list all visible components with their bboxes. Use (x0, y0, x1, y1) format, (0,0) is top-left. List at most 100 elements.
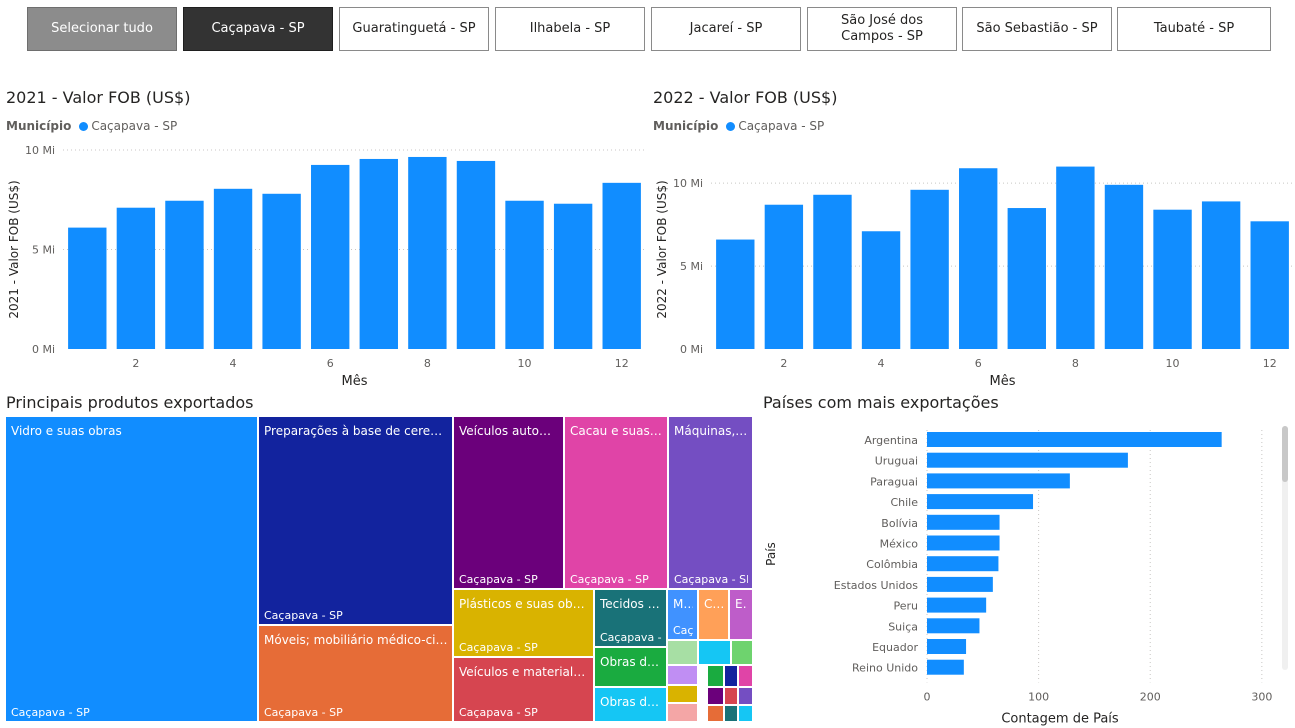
treemap-small-tile[interactable] (724, 687, 738, 705)
x-tick-label: 10 (1166, 357, 1180, 370)
legend-dot-icon (726, 121, 736, 131)
bar-month-6 (959, 168, 998, 349)
x-axis-title: Mês (990, 374, 1016, 389)
x-tick-label: 2 (780, 357, 787, 370)
treemap-tile-10[interactable]: Obras de ferro ou aço (594, 647, 667, 687)
treemap-tile-label: Máquinas, aparelhos e materiais elétrico… (674, 424, 748, 438)
x-tick-label: 8 (424, 357, 431, 370)
slicer-button-3[interactable]: Guaratinguetá - SP (339, 7, 489, 51)
treemap-small-tile[interactable] (698, 640, 731, 665)
treemap-tile-9[interactable]: Tecidos especiais Caçapava - SP (594, 589, 667, 647)
x-tick-label: 4 (878, 357, 885, 370)
bar-month-11 (1201, 201, 1241, 349)
treemap-tile-sublabel: Caçapava - SP (459, 573, 538, 586)
products-treemap: Vidro e suas obras Caçapava - SP Preparaçõ… (5, 416, 753, 722)
x-tick-label: 2 (132, 357, 139, 370)
treemap-tile-label: Matérias plásticas (673, 597, 693, 611)
category-label: Bolívia (881, 517, 918, 530)
treemap-tile-2[interactable]: Preparações à base de cereais, farinhas,… (258, 416, 453, 625)
treemap-small-tile[interactable] (724, 705, 738, 722)
legend-item: Caçapava - SP (738, 119, 825, 133)
y-tick-label: 5 Mi (680, 260, 703, 273)
bar-month-10 (1153, 209, 1192, 349)
bar-argentina (927, 432, 1222, 447)
treemap-tile-sublabel: Caçapava - SP (674, 573, 748, 586)
countries-chart-title: Países com mais exportações (763, 393, 999, 412)
bar-month-7 (1007, 208, 1046, 349)
bar-month-6 (311, 164, 350, 349)
treemap-small-tile[interactable] (667, 640, 698, 665)
slicer-button-4[interactable]: Ilhabela - SP (495, 7, 645, 51)
scrollbar-thumb[interactable] (1282, 426, 1288, 482)
treemap-tile-label: Veículos automóveis, tratores (459, 424, 559, 438)
treemap-small-tile[interactable] (707, 665, 724, 687)
treemap-tile-label: Vidro e suas obras (11, 424, 122, 438)
treemap-small-tile[interactable] (707, 705, 724, 722)
category-label: Colômbia (866, 558, 918, 571)
bar-month-12 (1250, 221, 1289, 349)
treemap-tile-13[interactable]: Calçados (698, 589, 729, 640)
bar-peru (927, 597, 987, 613)
treemap-small-tile[interactable] (731, 640, 753, 665)
treemap-tile-sublabel: Caçapava - SP (11, 706, 90, 719)
treemap-tile-11[interactable]: Obras diversas (594, 687, 667, 722)
x-axis-title: Contagem de País (1001, 711, 1119, 726)
treemap-small-tile[interactable] (667, 665, 698, 685)
x-tick-label: 300 (1251, 690, 1272, 703)
treemap-tile-label: Obras diversas (600, 695, 662, 709)
treemap-small-tile[interactable] (724, 665, 738, 687)
treemap-tile-3[interactable]: Móveis; mobiliário médico-cirúrgico Caçap… (258, 625, 453, 722)
treemap-small-tile[interactable] (667, 685, 698, 703)
slicer-button-8[interactable]: Taubaté - SP (1117, 7, 1271, 51)
treemap-tile-8[interactable]: Veículos e material para vias férreas Caç… (453, 657, 594, 722)
y-tick-label: 10 Mi (25, 144, 55, 157)
bar-month-1 (68, 227, 107, 349)
bar-bolívia (927, 514, 1000, 530)
bar-month-9 (1104, 184, 1144, 349)
bar-estados-unidos (927, 576, 993, 592)
treemap-tile-7[interactable]: Plásticos e suas obras Caçapava - SP (453, 589, 594, 657)
slicer-button-5[interactable]: Jacareí - SP (651, 7, 801, 51)
treemap-tile-1[interactable]: Vidro e suas obras Caçapava - SP (5, 416, 258, 722)
bar-month-1 (716, 239, 755, 349)
bar-paraguai (927, 473, 1070, 489)
treemap-tile-label: Móveis; mobiliário médico-cirúrgico (264, 633, 448, 647)
treemap-small-tile[interactable] (738, 687, 753, 705)
slicer-button-2[interactable]: Caçapava - SP (183, 7, 333, 51)
bar-month-11 (553, 203, 593, 349)
treemap-tile-12[interactable]: Matérias plásticas Caçapava - SP (667, 589, 698, 640)
bar-uruguai (927, 452, 1128, 468)
treemap-tile-5[interactable]: Cacau e suas preparações Caçapava - SP (564, 416, 668, 589)
treemap-tile-6[interactable]: Máquinas, aparelhos e materiais elétrico… (668, 416, 753, 589)
x-tick-label: 6 (975, 357, 982, 370)
bar-month-3 (813, 194, 852, 349)
bar-month-8 (408, 156, 447, 349)
treemap-tile-sublabel: Caçapava - SP (264, 609, 343, 622)
chart-2021-legend: Município Caçapava - SP (6, 119, 177, 133)
category-label: Chile (890, 496, 918, 509)
bar-month-5 (262, 193, 301, 349)
chart-2021-svg: 0 Mi 5 Mi 10 Mi 2 4 6 8 10 12 Mês 2021 - Valor FOB… (7, 144, 646, 389)
bar-suiça (927, 618, 980, 634)
treemap-small-tile[interactable] (707, 687, 724, 705)
bar-month-2 (764, 204, 804, 349)
y-axis-title: País (764, 542, 778, 566)
chart-2022-legend: Município Caçapava - SP (653, 119, 824, 133)
x-tick-label: 12 (615, 357, 629, 370)
slicer-button-6[interactable]: São José dos Campos - SP (807, 7, 957, 51)
category-label: Estados Unidos (834, 579, 918, 592)
slicer-button-1[interactable]: Selecionar tudo (27, 7, 177, 51)
category-label: Paraguai (870, 475, 918, 488)
treemap-tile-14[interactable]: Extratos tanantes (729, 589, 753, 640)
municipio-slicer: Selecionar tudo Caçapava - SP Guaratinguet… (27, 7, 1271, 51)
treemap-tile-sublabel: Caçapava - SP (264, 706, 343, 719)
slicer-button-7[interactable]: São Sebastião - SP (962, 7, 1112, 51)
treemap-small-tile[interactable] (738, 705, 753, 722)
treemap-tile-4[interactable]: Veículos automóveis, tratores Caçapava - … (453, 416, 564, 589)
bar-méxico (927, 535, 1000, 551)
bar-month-9 (456, 160, 496, 349)
y-tick-label: 10 Mi (673, 177, 703, 190)
treemap-small-tile[interactable] (738, 665, 753, 687)
treemap-small-tile[interactable] (667, 703, 698, 722)
category-label: Equador (872, 641, 918, 654)
